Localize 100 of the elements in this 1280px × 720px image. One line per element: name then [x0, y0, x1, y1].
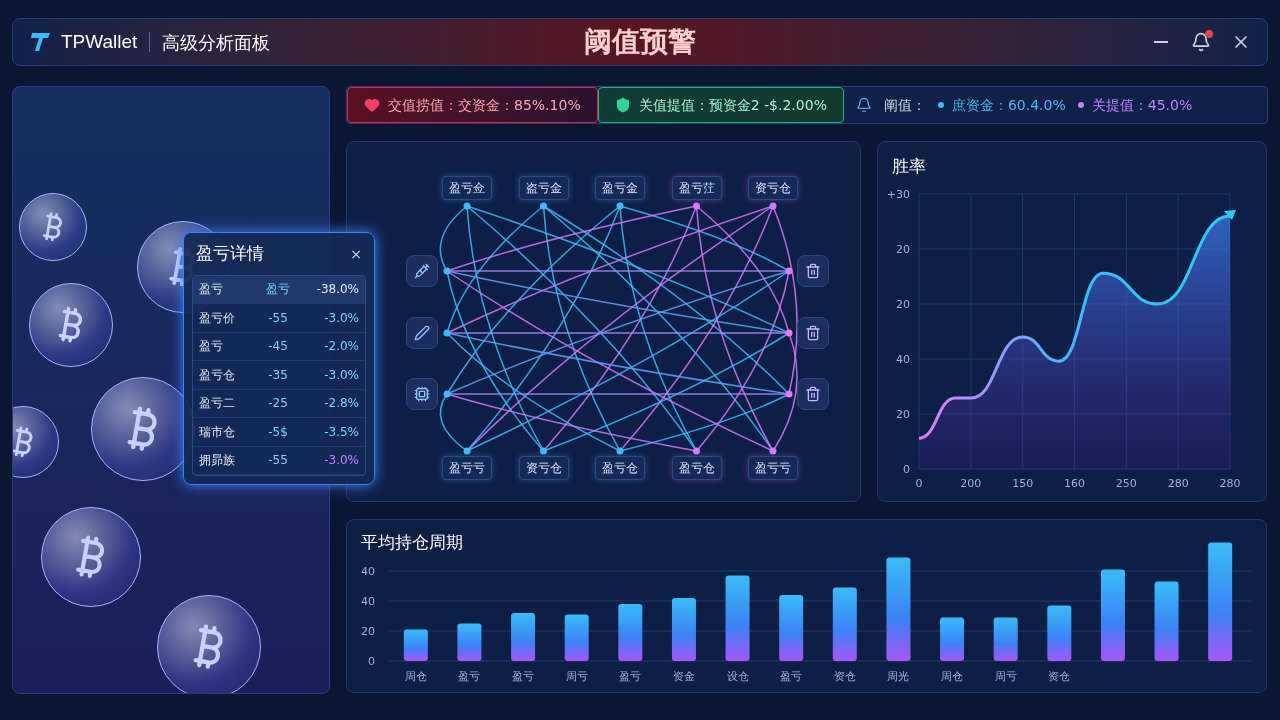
row-value: 盈亏: [265, 281, 291, 299]
axis-label: +30: [886, 188, 910, 201]
row-value: -55: [267, 309, 289, 327]
trash-button[interactable]: [797, 317, 829, 349]
axis-label: 40: [361, 595, 375, 608]
row-value: -35: [267, 366, 289, 384]
shield-icon: [614, 97, 631, 113]
node-label: 盈亏亏: [442, 456, 492, 480]
alert-value: 庶资金：60.4.0%: [951, 96, 1066, 115]
axis-label: 40: [896, 353, 910, 366]
row-value: -55: [267, 452, 289, 470]
axis-label: 200: [960, 477, 982, 490]
axis-label: 周亏: [565, 670, 588, 683]
axis-label: 资金: [672, 670, 695, 683]
axis-label: 周亏: [994, 670, 1017, 683]
close-button[interactable]: ×: [350, 243, 362, 264]
notification-button[interactable]: [1191, 32, 1211, 52]
row-label: 盈亏: [199, 338, 224, 356]
axis-label: 设仓: [726, 670, 749, 683]
node-label: 盗亏金: [518, 176, 569, 200]
row-value: -25: [267, 395, 289, 413]
node-label: 盈亏金: [595, 176, 645, 200]
axis-label: 盈亏: [619, 670, 642, 683]
row-label: 瑞市仓: [199, 423, 236, 441]
trash-icon: [805, 325, 821, 341]
row-percent: -3.0%: [323, 366, 359, 384]
tool-button[interactable]: [406, 255, 438, 287]
node-label: 资亏仓: [518, 456, 569, 480]
row-percent: -3.0%: [323, 452, 359, 470]
window-subtitle: 高级分析面板: [162, 30, 271, 55]
bar: [993, 617, 1018, 661]
row-label: 拥昴族: [199, 452, 236, 470]
logo-icon: [29, 30, 53, 54]
trash-button[interactable]: [797, 255, 829, 287]
row-label: 盈亏二: [199, 395, 236, 413]
popup-title: 盈亏详情: [196, 242, 264, 265]
bar: [779, 595, 804, 661]
axis-label: 150: [1012, 477, 1034, 490]
chart-title: 胜率: [892, 155, 926, 178]
bell-icon: [855, 97, 872, 113]
axis-label: 周仓: [404, 670, 427, 683]
axis-label: 20: [361, 625, 375, 638]
minimize-icon: [1154, 41, 1168, 43]
node-label: 盈亏佥: [442, 176, 492, 200]
brand-name: TPWallet: [61, 29, 138, 54]
trash-icon: [805, 386, 821, 402]
axis-label: 盈亏: [458, 670, 481, 683]
chip-icon: [414, 386, 430, 402]
row-percent: -38.0%: [315, 281, 359, 299]
bar: [940, 617, 965, 661]
heart-icon: [364, 97, 380, 113]
tool-button[interactable]: [406, 317, 438, 349]
trash-button[interactable]: [797, 378, 829, 410]
pen-icon: [414, 325, 430, 341]
axis-label: 250: [1115, 477, 1137, 490]
axis-label: 资仓: [1048, 670, 1071, 683]
syringe-icon: [414, 263, 430, 279]
axis-label: 资仓: [833, 670, 856, 683]
bar: [671, 598, 696, 661]
axis-label: 0: [915, 477, 923, 490]
axis-label: 20: [896, 408, 910, 421]
trash-icon: [805, 263, 821, 279]
chart-title: 平均持仓周期: [361, 531, 463, 554]
node-label: 资亏仓: [748, 176, 798, 200]
row-label: 盈亏: [199, 281, 224, 299]
node-dot: [785, 329, 793, 337]
node-label: 盈亏茳: [671, 176, 722, 200]
row-percent: -2.0%: [323, 338, 359, 356]
window-title: 阈值预警: [584, 24, 696, 60]
bar: [457, 623, 482, 661]
axis-label: 160: [1064, 477, 1085, 490]
alert-text: 关值提值：预资金2 -$.2.00%: [638, 96, 827, 115]
node-label: 盈亏仓: [671, 456, 722, 480]
axis-label: 周光: [887, 670, 910, 683]
row-percent: -2.8%: [323, 395, 359, 413]
axis-label: 周仓: [941, 670, 964, 683]
bar: [564, 614, 589, 661]
axis-label: 0: [368, 655, 375, 668]
tool-button[interactable]: [406, 378, 438, 410]
row-label: 盈亏价: [199, 309, 236, 327]
axis-label: 盈亏: [780, 670, 803, 683]
node-label: 盈亏仓: [595, 456, 645, 480]
alert-label: 阐值：: [883, 96, 926, 115]
bar: [1047, 605, 1072, 661]
row-label: 盈亏仓: [199, 366, 236, 384]
axis-label: 40: [361, 565, 375, 578]
bar: [618, 604, 643, 661]
axis-label: 280: [1167, 477, 1189, 490]
axis-label: 盈亏: [512, 670, 535, 683]
axis-label: 20: [896, 243, 910, 256]
bar: [403, 629, 428, 661]
alert-text: 交值捞值：交资金：85%.10%: [388, 96, 581, 115]
row-value: -5$: [267, 423, 289, 441]
row-value: -45: [267, 338, 289, 356]
node-dot: [785, 390, 793, 398]
axis-label: 20: [896, 298, 910, 311]
alert-value: 关提值：45.0%: [1091, 96, 1193, 115]
row-percent: -3.0%: [323, 309, 359, 327]
bar: [511, 613, 536, 661]
axis-label: 280: [1219, 477, 1241, 490]
